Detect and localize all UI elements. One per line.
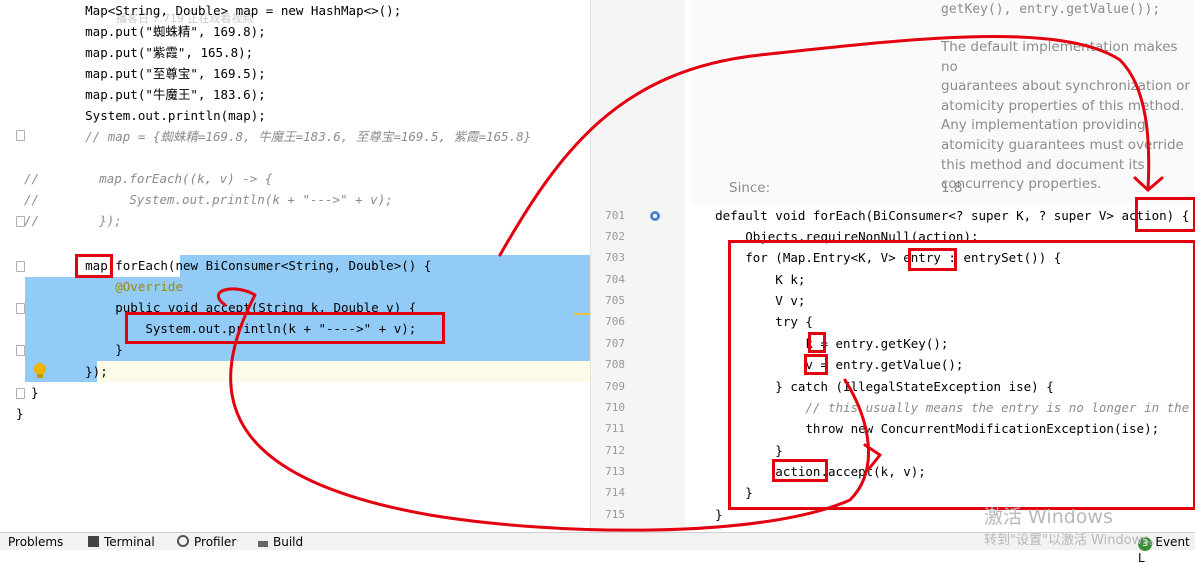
build-tab[interactable]: Build (258, 535, 303, 549)
hammer-icon (258, 541, 268, 547)
annotation-arrows (216, 35, 1164, 532)
terminal-tab[interactable]: Terminal (88, 535, 155, 549)
terminal-icon (88, 536, 99, 547)
profiler-icon (177, 535, 189, 547)
profiler-label: Profiler (194, 535, 237, 549)
windows-activation-watermark-sub: 转到"设置"以激活 Windows。 (984, 533, 1163, 548)
profiler-tab[interactable]: Profiler (177, 535, 236, 549)
terminal-label: Terminal (104, 535, 155, 549)
problems-tab[interactable]: Problems (8, 535, 63, 549)
windows-activation-watermark: 激活 Windows (984, 506, 1113, 528)
build-label: Build (273, 535, 304, 549)
problems-label: Problems (8, 535, 64, 549)
